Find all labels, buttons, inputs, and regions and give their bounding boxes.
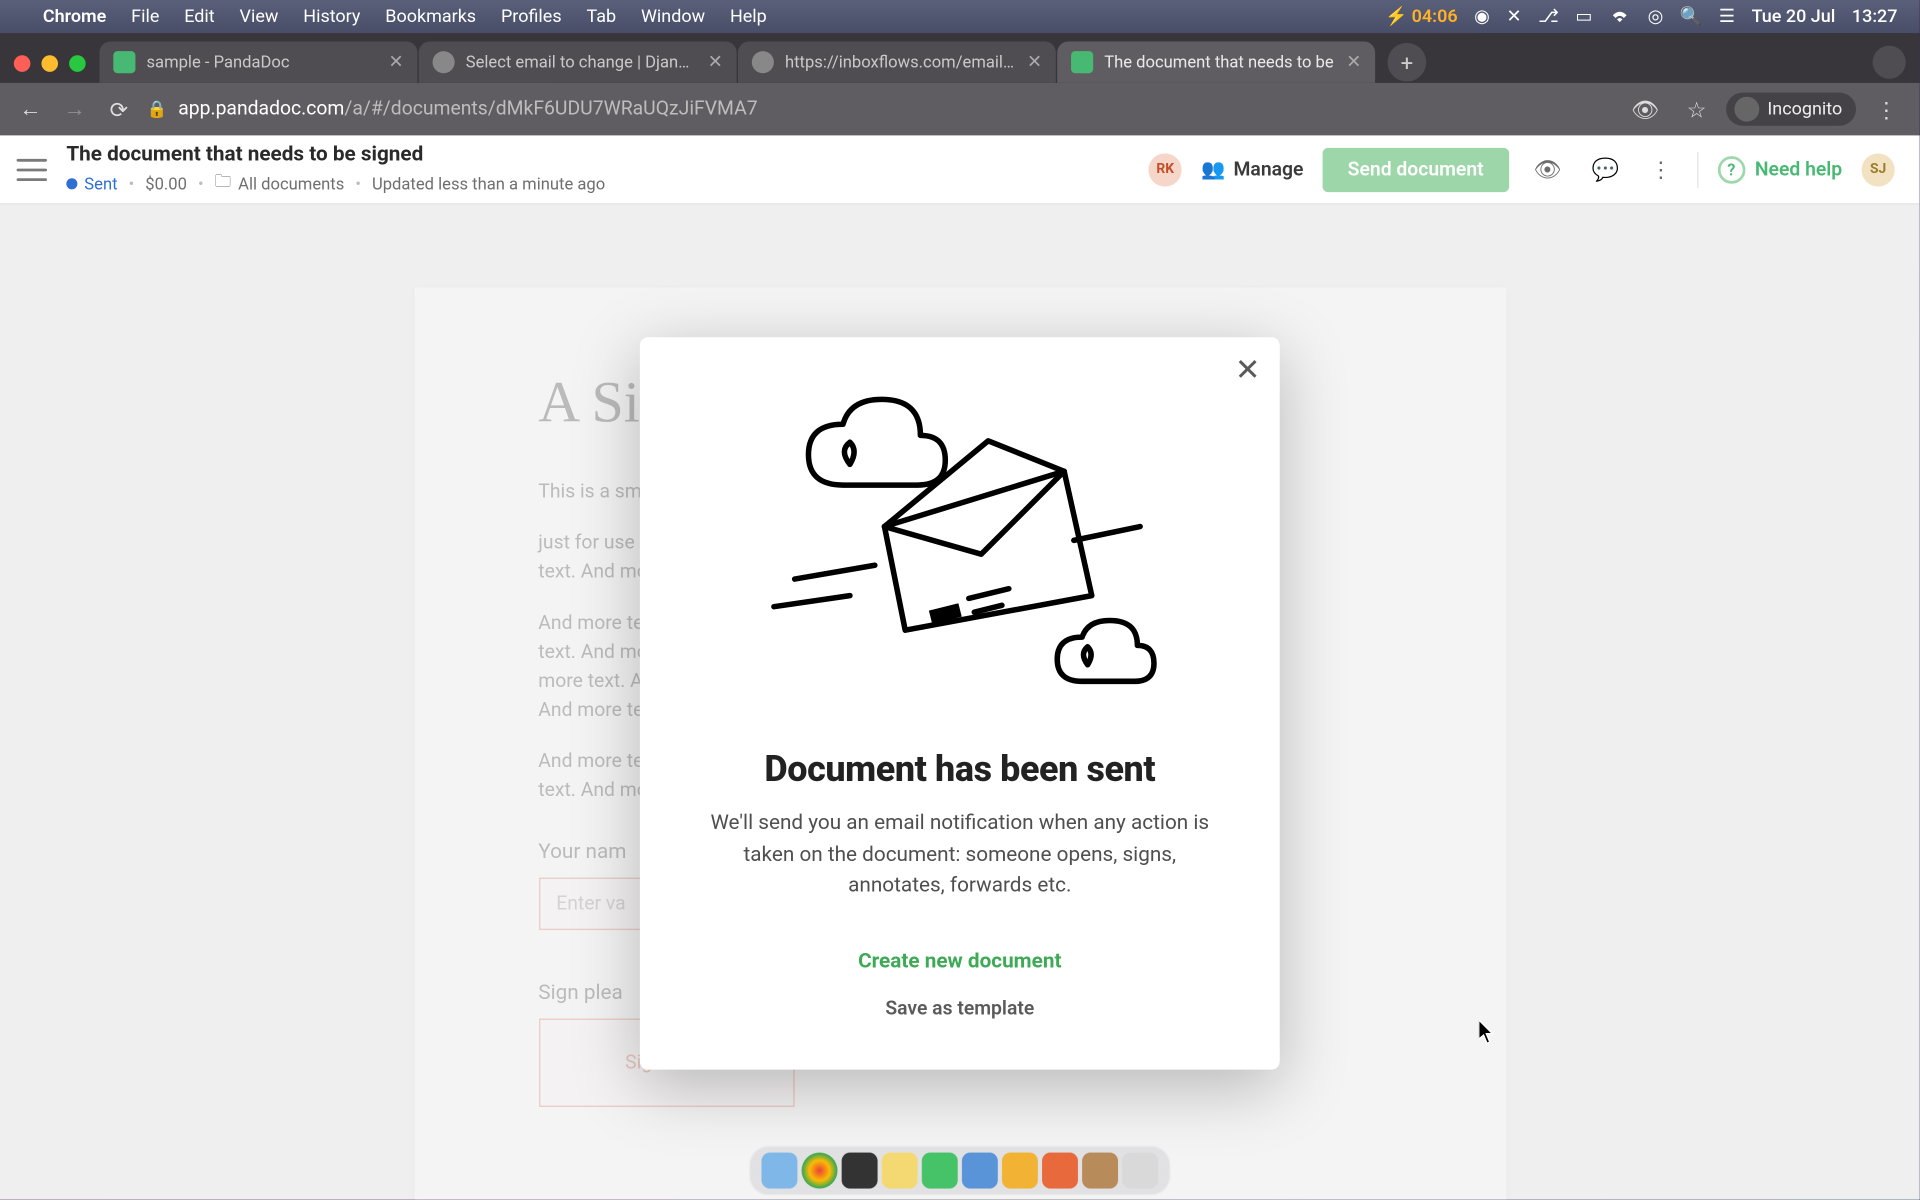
browser-tab[interactable]: Select email to change | Django✕ xyxy=(419,41,737,82)
menubar-date[interactable]: Tue 20 Jul xyxy=(1743,6,1843,27)
updated-label: Updated less than a minute ago xyxy=(372,173,605,192)
folder-breadcrumb[interactable]: 🗀All documents xyxy=(215,169,345,198)
dock-app-icon[interactable] xyxy=(882,1153,918,1189)
favicon-icon xyxy=(752,51,774,73)
sent-confirmation-modal: ✕ xyxy=(640,337,1280,1069)
user-avatar[interactable]: SJ xyxy=(1862,153,1895,186)
control-center-icon[interactable]: ◎ xyxy=(1639,6,1671,27)
maximize-window-button[interactable] xyxy=(69,55,86,72)
menubar-time[interactable]: 13:27 xyxy=(1844,6,1906,27)
create-new-document-button[interactable]: Create new document xyxy=(833,934,1086,987)
dock-app-icon[interactable] xyxy=(962,1153,998,1189)
modal-body-text: We'll send you an email notification whe… xyxy=(679,807,1241,900)
document-title: The document that needs to be signed xyxy=(66,141,605,166)
menu-help[interactable]: Help xyxy=(718,6,780,27)
menu-window[interactable]: Window xyxy=(629,6,718,27)
dock-app-icon[interactable] xyxy=(761,1153,797,1189)
spotlight-icon[interactable]: 🔍 xyxy=(1672,6,1711,27)
power-icon[interactable]: ▭ xyxy=(1567,6,1601,27)
browser-tab[interactable]: sample - PandaDoc✕ xyxy=(100,41,418,82)
eye-off-icon[interactable]: 👁 xyxy=(1623,96,1668,122)
menu-edit[interactable]: Edit xyxy=(172,6,227,27)
address-bar[interactable]: 🔒 app.pandadoc.com/a/#/documents/dMkF6UD… xyxy=(146,98,1611,120)
close-window-button[interactable] xyxy=(14,55,31,72)
document-amount: $0.00 xyxy=(145,173,187,192)
app-viewport: The document that needs to be signed Sen… xyxy=(0,135,1920,1199)
send-document-button[interactable]: Send document xyxy=(1323,147,1509,191)
minimize-window-button[interactable] xyxy=(41,55,58,72)
battery-status[interactable]: ⚡04:06 xyxy=(1377,6,1466,27)
favicon-icon xyxy=(433,51,455,73)
bookmark-star-icon[interactable]: ☆ xyxy=(1678,96,1714,122)
wifi-icon[interactable] xyxy=(1601,8,1640,25)
chrome-tabstrip: sample - PandaDoc✕ Select email to chang… xyxy=(0,33,1920,83)
dock-app-icon[interactable] xyxy=(922,1153,958,1189)
dock-app-icon[interactable] xyxy=(802,1153,838,1189)
manage-button[interactable]: 👥Manage xyxy=(1201,158,1303,180)
close-tab-icon[interactable]: ✕ xyxy=(1346,52,1361,73)
macos-dock xyxy=(0,1146,1920,1196)
incognito-icon xyxy=(1734,97,1759,122)
hamburger-menu-button[interactable] xyxy=(17,158,47,180)
menu-view[interactable]: View xyxy=(227,6,291,27)
app-toolbar: The document that needs to be signed Sen… xyxy=(0,135,1920,204)
menu-profiles[interactable]: Profiles xyxy=(489,6,575,27)
forward-button[interactable]: → xyxy=(58,93,91,126)
close-tab-icon[interactable]: ✕ xyxy=(1027,52,1042,73)
macos-menubar: Chrome File Edit View History Bookmarks … xyxy=(0,0,1920,33)
status-icon-3[interactable]: ⎇ xyxy=(1530,6,1567,27)
recipient-avatar[interactable]: RK xyxy=(1149,153,1182,186)
envelope-illustration xyxy=(679,368,1241,741)
modal-title: Document has been sent xyxy=(679,749,1241,790)
chrome-urlbar: ← → ⟳ 🔒 app.pandadoc.com/a/#/documents/d… xyxy=(0,83,1920,136)
dock-app-icon[interactable] xyxy=(1002,1153,1038,1189)
chrome-menu-button[interactable]: ⋮ xyxy=(1867,96,1906,122)
save-as-template-button[interactable]: Save as template xyxy=(885,997,1034,1019)
preview-icon[interactable]: 👁 xyxy=(1528,156,1567,182)
comments-icon[interactable]: 💬 xyxy=(1586,156,1625,182)
status-icon-2[interactable]: ✕ xyxy=(1498,6,1530,27)
back-button[interactable]: ← xyxy=(14,93,47,126)
browser-tab[interactable]: https://inboxflows.com/emails/✕ xyxy=(738,41,1056,82)
dock-app-icon[interactable] xyxy=(1042,1153,1078,1189)
status-icon-1[interactable]: ◉ xyxy=(1466,6,1498,27)
incognito-badge[interactable]: Incognito xyxy=(1726,93,1856,126)
new-tab-button[interactable]: + xyxy=(1388,43,1427,82)
menu-history[interactable]: History xyxy=(291,6,373,27)
dock-app-icon[interactable] xyxy=(842,1153,878,1189)
status-badge: Sent xyxy=(66,173,117,192)
browser-tab-active[interactable]: The document that needs to be✕ xyxy=(1057,41,1375,82)
need-help-button[interactable]: ?Need help xyxy=(1718,155,1843,183)
document-meta: Sent • $0.00 • 🗀All documents • Updated … xyxy=(66,169,605,198)
dock-tray xyxy=(749,1146,1171,1196)
close-tab-icon[interactable]: ✕ xyxy=(708,52,723,73)
favicon-icon xyxy=(113,51,135,73)
menu-tab[interactable]: Tab xyxy=(574,6,628,27)
toolbox-icon[interactable]: ☰ xyxy=(1711,6,1744,27)
lock-icon: 🔒 xyxy=(146,100,167,119)
dock-app-icon[interactable] xyxy=(1082,1153,1118,1189)
close-modal-button[interactable]: ✕ xyxy=(1235,354,1260,389)
menu-file[interactable]: File xyxy=(119,6,172,27)
close-tab-icon[interactable]: ✕ xyxy=(388,52,403,73)
reload-button[interactable]: ⟳ xyxy=(102,93,135,126)
window-controls xyxy=(14,55,86,72)
help-icon: ? xyxy=(1718,155,1746,183)
folder-icon: 🗀 xyxy=(215,169,232,198)
favicon-icon xyxy=(1071,51,1093,73)
more-menu-icon[interactable]: ⋮ xyxy=(1644,156,1677,182)
dock-trash-icon[interactable] xyxy=(1122,1153,1158,1189)
incognito-indicator-icon[interactable] xyxy=(1873,46,1906,79)
menu-bookmarks[interactable]: Bookmarks xyxy=(373,6,489,27)
app-menu[interactable]: Chrome xyxy=(30,6,118,27)
people-icon: 👥 xyxy=(1201,158,1225,180)
